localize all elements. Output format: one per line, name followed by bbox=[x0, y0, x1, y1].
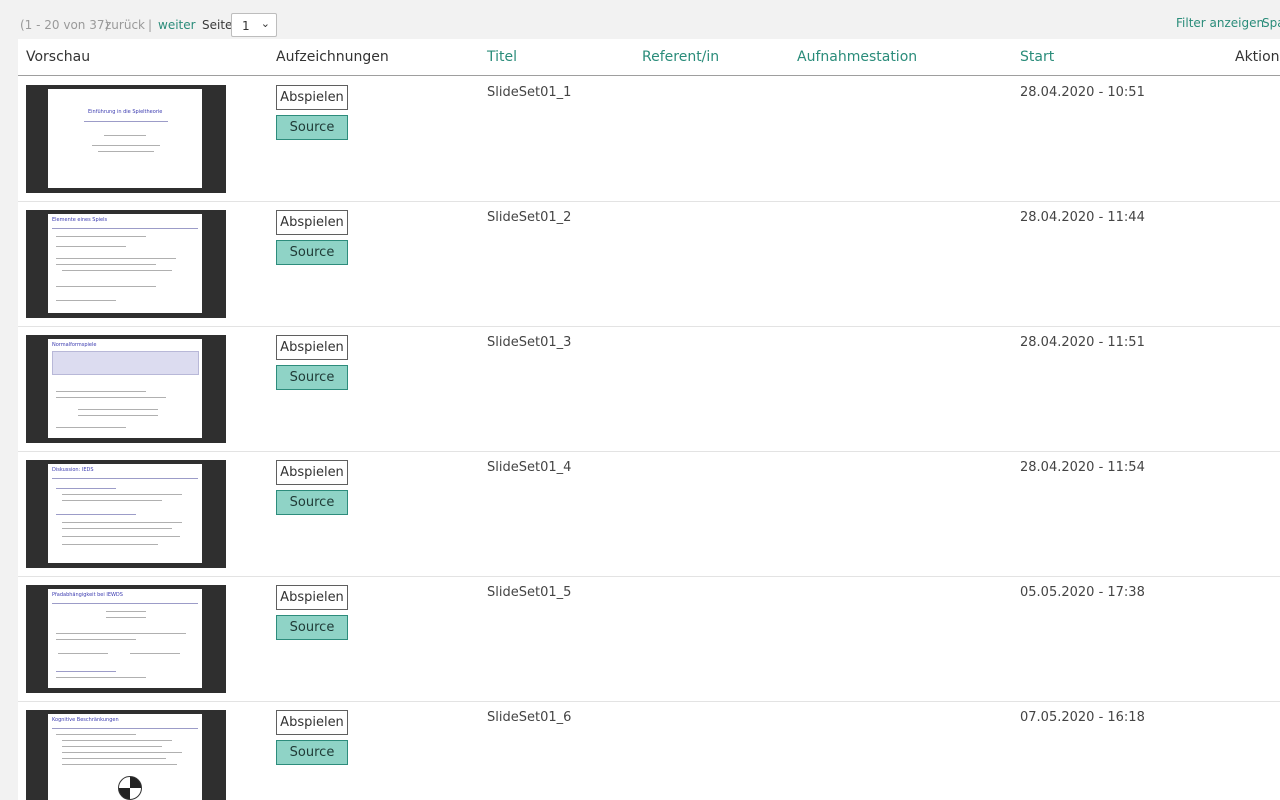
recording-title: SlideSet01_1 bbox=[487, 85, 572, 100]
table-header: Vorschau Aufzeichnungen Titel Referent/i… bbox=[18, 39, 1280, 76]
columns-link[interactable]: Spalten bbox=[1262, 16, 1280, 30]
table-row: Normalformspiele Abspielen Source SlideS… bbox=[18, 326, 1280, 452]
play-button[interactable]: Abspielen bbox=[276, 335, 348, 360]
source-button[interactable]: Source bbox=[276, 615, 348, 640]
slide-heading: Diskussion: IEDS bbox=[52, 467, 94, 473]
header-preview: Vorschau bbox=[26, 49, 91, 65]
slide-heading: Normalformspiele bbox=[52, 342, 97, 348]
source-button[interactable]: Source bbox=[276, 240, 348, 265]
recording-title: SlideSet01_4 bbox=[487, 460, 572, 475]
slide-preview: Kognitive Beschränkungen bbox=[48, 714, 202, 800]
play-button[interactable]: Abspielen bbox=[276, 85, 348, 110]
next-page-link[interactable]: weiter bbox=[158, 18, 196, 32]
recording-start: 28.04.2020 - 10:51 bbox=[1020, 85, 1145, 100]
preview-thumbnail[interactable]: Diskussion: IEDS bbox=[26, 460, 226, 568]
pagination-bar: (1 - 20 von 37) zurück | weiter Seite 1 … bbox=[0, 0, 1280, 38]
slide-heading: Einführung in die Spieltheorie bbox=[88, 109, 163, 115]
table-row: Elemente eines Spiels Abspielen Source S… bbox=[18, 201, 1280, 327]
preview-thumbnail[interactable]: Einführung in die Spieltheorie bbox=[26, 85, 226, 193]
header-station-sort[interactable]: Aufnahmestation bbox=[797, 49, 917, 65]
page-select[interactable]: 1 ⌄ bbox=[231, 13, 277, 37]
show-filter-link[interactable]: Filter anzeigen bbox=[1176, 16, 1264, 30]
slide-preview: Elemente eines Spiels bbox=[48, 214, 202, 313]
table-row: Diskussion: IEDS Abspielen Source SlideS… bbox=[18, 451, 1280, 577]
header-start-sort[interactable]: Start bbox=[1020, 49, 1054, 65]
table-row: Kognitive Beschränkungen Abspielen Sourc… bbox=[18, 701, 1280, 800]
play-button[interactable]: Abspielen bbox=[276, 460, 348, 485]
table-row: Pfadabhängigkeit bei IEWDS Abspielen Sou… bbox=[18, 576, 1280, 702]
table-row: Einführung in die Spieltheorie Abspielen… bbox=[18, 76, 1280, 202]
recordings-table: Vorschau Aufzeichnungen Titel Referent/i… bbox=[18, 39, 1280, 800]
result-range: (1 - 20 von 37) bbox=[20, 18, 110, 32]
header-actions: Aktionen bbox=[1235, 49, 1280, 65]
recording-title: SlideSet01_6 bbox=[487, 710, 572, 725]
slide-heading: Pfadabhängigkeit bei IEWDS bbox=[52, 592, 123, 598]
recording-title: SlideSet01_3 bbox=[487, 335, 572, 350]
preview-thumbnail[interactable]: Pfadabhängigkeit bei IEWDS bbox=[26, 585, 226, 693]
play-button[interactable]: Abspielen bbox=[276, 710, 348, 735]
prev-page-link[interactable]: zurück bbox=[105, 18, 145, 32]
recording-title: SlideSet01_2 bbox=[487, 210, 572, 225]
recording-start: 05.05.2020 - 17:38 bbox=[1020, 585, 1145, 600]
header-speaker-sort[interactable]: Referent/in bbox=[642, 49, 719, 65]
header-title-sort[interactable]: Titel bbox=[487, 49, 517, 65]
preview-thumbnail[interactable]: Elemente eines Spiels bbox=[26, 210, 226, 318]
slide-heading: Kognitive Beschränkungen bbox=[52, 717, 119, 723]
recording-start: 28.04.2020 - 11:51 bbox=[1020, 335, 1145, 350]
play-button[interactable]: Abspielen bbox=[276, 585, 348, 610]
slide-preview: Einführung in die Spieltheorie bbox=[48, 89, 202, 188]
pie-figure bbox=[118, 776, 142, 800]
slide-preview: Pfadabhängigkeit bei IEWDS bbox=[48, 589, 202, 688]
slide-preview: Diskussion: IEDS bbox=[48, 464, 202, 563]
recording-title: SlideSet01_5 bbox=[487, 585, 572, 600]
pager-separator: | bbox=[148, 18, 153, 32]
recording-start: 07.05.2020 - 16:18 bbox=[1020, 710, 1145, 725]
chevron-down-icon: ⌄ bbox=[260, 17, 270, 30]
play-button[interactable]: Abspielen bbox=[276, 210, 348, 235]
source-button[interactable]: Source bbox=[276, 490, 348, 515]
source-button[interactable]: Source bbox=[276, 740, 348, 765]
recording-start: 28.04.2020 - 11:54 bbox=[1020, 460, 1145, 475]
page-label: Seite bbox=[202, 18, 233, 32]
page-select-value: 1 bbox=[242, 19, 250, 33]
header-recordings: Aufzeichnungen bbox=[276, 49, 389, 65]
recording-start: 28.04.2020 - 11:44 bbox=[1020, 210, 1145, 225]
slide-heading: Elemente eines Spiels bbox=[52, 217, 108, 223]
preview-thumbnail[interactable]: Kognitive Beschränkungen bbox=[26, 710, 226, 800]
slide-preview: Normalformspiele bbox=[48, 339, 202, 438]
preview-thumbnail[interactable]: Normalformspiele bbox=[26, 335, 226, 443]
source-button[interactable]: Source bbox=[276, 115, 348, 140]
source-button[interactable]: Source bbox=[276, 365, 348, 390]
